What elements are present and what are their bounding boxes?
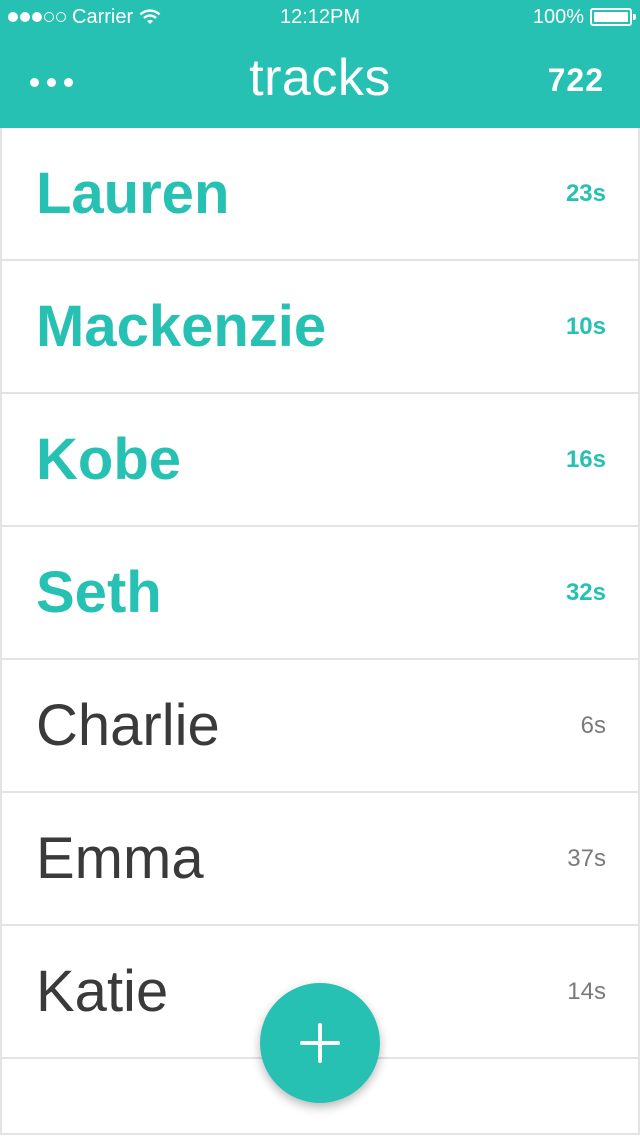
track-row-charlie[interactable]: Charlie 6s: [0, 660, 640, 793]
battery-tip: [633, 14, 636, 20]
track-name: Emma: [36, 826, 204, 891]
track-row-lauren[interactable]: Lauren 23s: [0, 128, 640, 261]
track-row-mackenzie[interactable]: Mackenzie 10s: [0, 261, 640, 394]
track-duration: 37s: [567, 845, 606, 872]
plus-icon-stem: [318, 1023, 322, 1063]
track-name: Katie: [36, 959, 169, 1024]
track-row-kobe[interactable]: Kobe 16s: [0, 394, 640, 527]
track-duration: 6s: [580, 712, 606, 739]
app-screen: Carrier 12:12PM 100% tracks 722 Lauren 2…: [0, 0, 640, 1136]
track-duration: 10s: [565, 313, 606, 340]
track-name: Kobe: [36, 427, 181, 492]
battery-percent: 100%: [532, 6, 584, 28]
status-right: 100%: [532, 0, 636, 34]
battery-fill: [594, 12, 628, 22]
track-row-seth[interactable]: Seth 32s: [0, 527, 640, 660]
track-row-emma[interactable]: Emma 37s: [0, 793, 640, 926]
track-duration: 14s: [567, 978, 606, 1005]
track-name: Lauren: [36, 161, 230, 226]
track-name: Seth: [36, 560, 162, 625]
status-bar: Carrier 12:12PM 100%: [0, 0, 640, 34]
page-title: tracks: [249, 49, 391, 107]
track-duration: 16s: [565, 446, 606, 473]
track-duration: 32s: [565, 579, 606, 606]
track-name: Mackenzie: [36, 294, 327, 359]
nav-bar: tracks 722: [0, 34, 640, 128]
track-name: Charlie: [36, 693, 220, 758]
add-track-button[interactable]: [260, 983, 380, 1103]
track-duration: 23s: [565, 180, 606, 207]
track-count[interactable]: 722: [548, 62, 604, 99]
battery-icon: [590, 8, 636, 26]
